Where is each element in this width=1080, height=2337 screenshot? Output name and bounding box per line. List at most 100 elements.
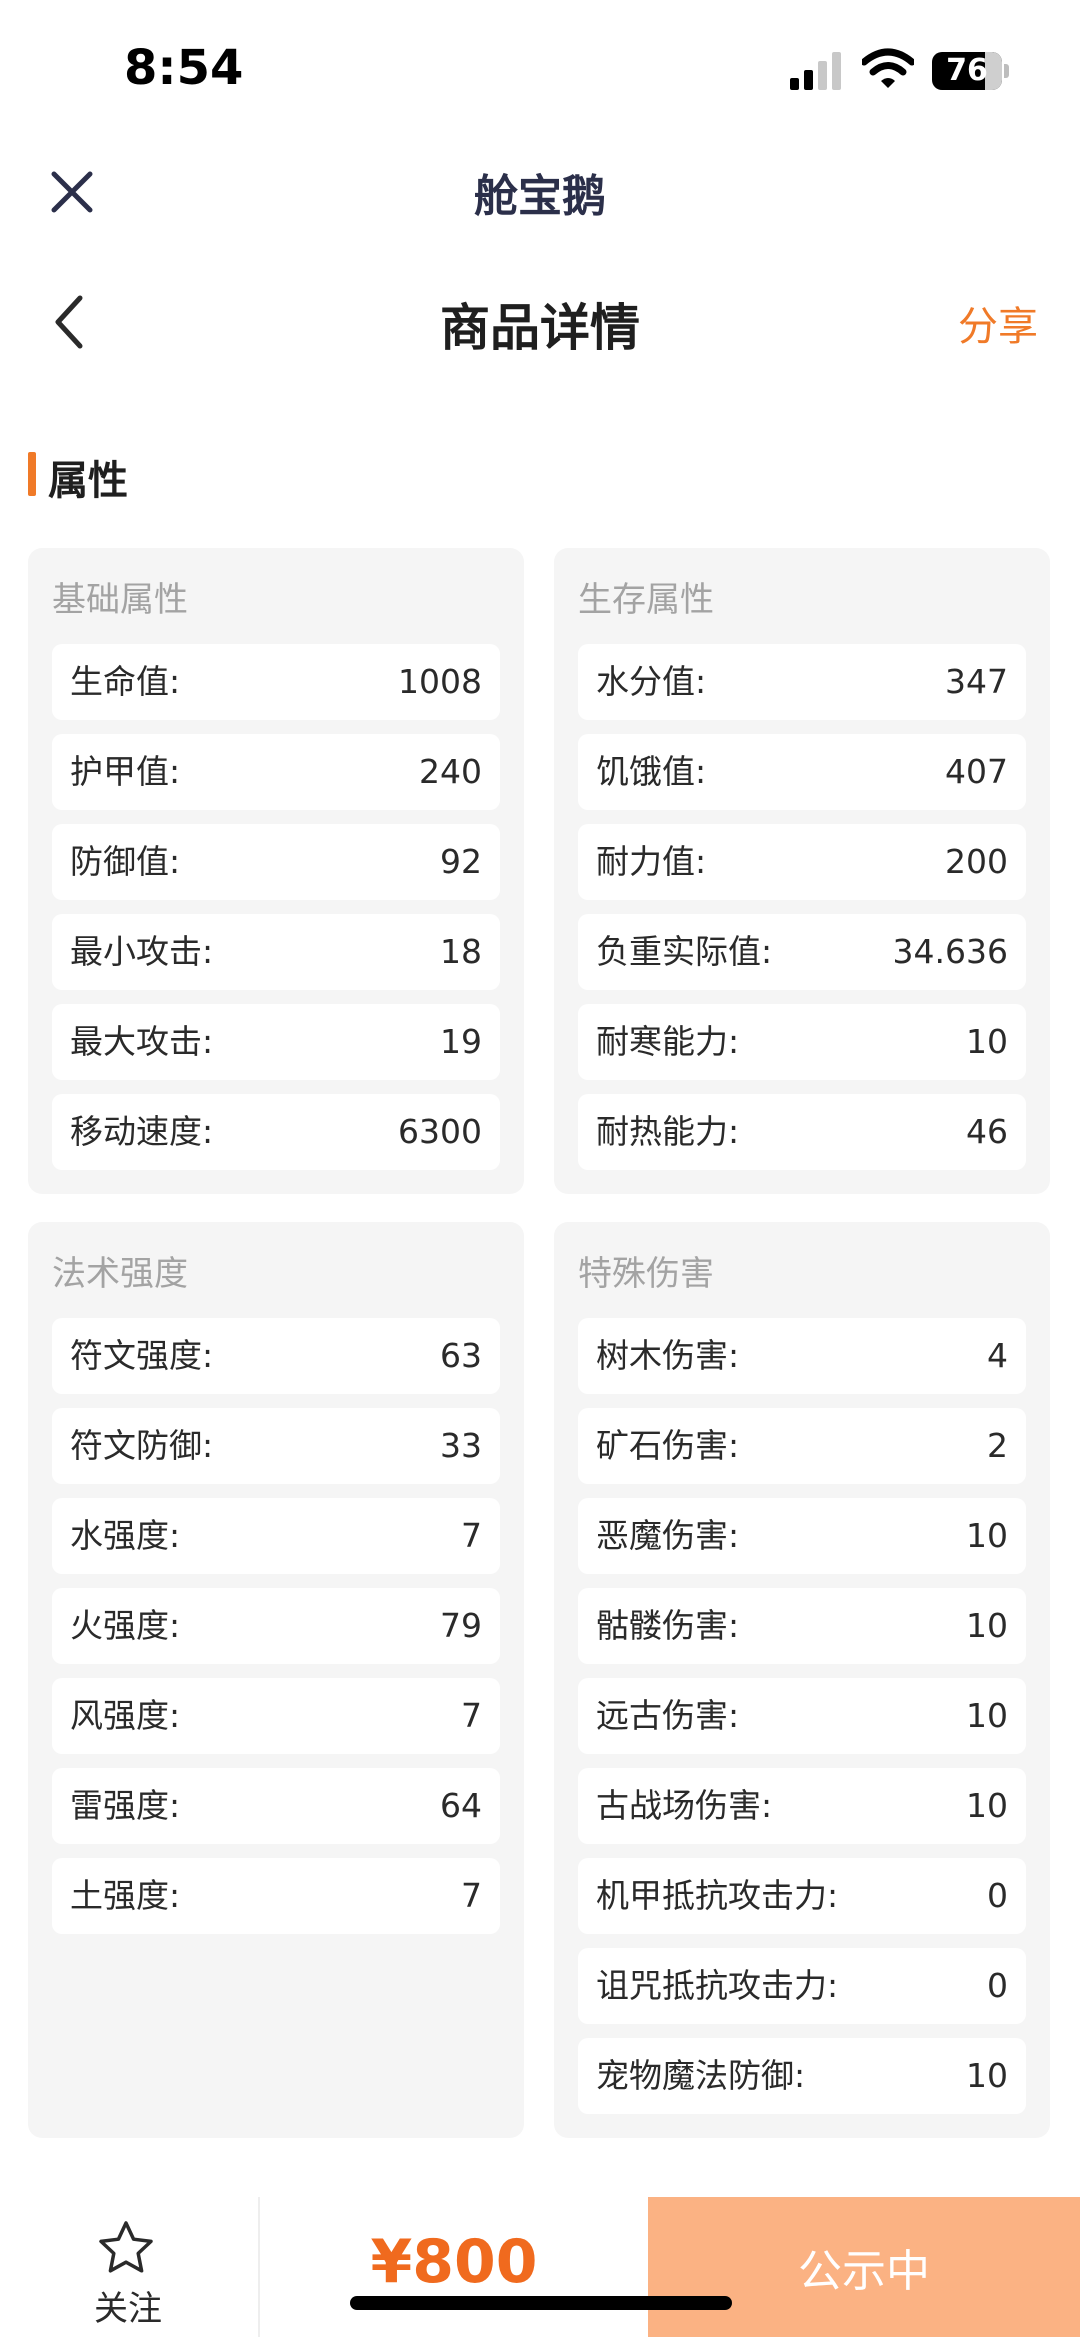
attribute-label: 水强度:: [70, 1516, 181, 1555]
attribute-row: 水分值: 347: [578, 644, 1026, 720]
attribute-label: 诅咒抵抗攻击力:: [596, 1966, 839, 2005]
attribute-row: 矿石伤害: 2: [578, 1408, 1026, 1484]
follow-button[interactable]: 关注: [60, 2219, 196, 2329]
attribute-row: 生命值: 1008: [52, 644, 500, 720]
attribute-label: 最大攻击:: [70, 1022, 214, 1061]
attribute-value: 19: [440, 1022, 482, 1061]
attribute-value: 18: [440, 932, 482, 971]
battery-level: 76: [946, 53, 988, 88]
attribute-value: 10: [966, 1606, 1008, 1645]
share-button[interactable]: 分享: [958, 294, 1038, 352]
attribute-label: 宠物魔法防御:: [596, 2056, 806, 2095]
attribute-label: 符文强度:: [70, 1336, 214, 1375]
attribute-label: 水分值:: [596, 662, 707, 701]
attribute-label: 恶魔伤害:: [596, 1516, 740, 1555]
attribute-row: 骷髅伤害: 10: [578, 1588, 1026, 1664]
price: ¥800: [370, 2227, 538, 2297]
attribute-value: 10: [966, 1516, 1008, 1555]
attribute-label: 火强度:: [70, 1606, 181, 1645]
wifi-icon: [862, 48, 914, 88]
attribute-value: 4: [987, 1336, 1008, 1375]
panel-title: 法术强度: [52, 1254, 188, 1294]
attribute-label: 雷强度:: [70, 1786, 181, 1825]
basic-attributes-panel: 基础属性 生命值: 1008 护甲值: 240 防御值: 92 最小攻击: 18 最大攻…: [28, 548, 524, 1194]
panel-title: 基础属性: [52, 580, 188, 620]
bottom-action-bar: 关注 ¥800 公示中: [0, 2197, 1080, 2337]
page-title: 商品详情: [440, 299, 640, 357]
attribute-value: 200: [945, 842, 1008, 881]
attribute-value: 64: [440, 1786, 482, 1825]
attribute-label: 土强度:: [70, 1876, 181, 1915]
attribute-label: 远古伤害:: [596, 1696, 740, 1735]
attribute-row: 诅咒抵抗攻击力: 0: [578, 1948, 1026, 2024]
attribute-label: 耐热能力:: [596, 1112, 740, 1151]
attribute-value: 0: [987, 1876, 1008, 1915]
attribute-row: 宠物魔法防御: 10: [578, 2038, 1026, 2114]
attribute-row: 符文防御: 33: [52, 1408, 500, 1484]
attribute-value: 10: [966, 2056, 1008, 2095]
attribute-label: 最小攻击:: [70, 932, 214, 971]
attribute-value: 34.636: [892, 932, 1008, 971]
attribute-label: 防御值:: [70, 842, 181, 881]
attribute-value: 1008: [398, 662, 482, 701]
attribute-value: 92: [440, 842, 482, 881]
attribute-row: 火强度: 79: [52, 1588, 500, 1664]
section-title-text: 属性: [48, 458, 128, 504]
attribute-value: 46: [966, 1112, 1008, 1151]
attribute-value: 0: [987, 1966, 1008, 2005]
attribute-value: 7: [461, 1696, 482, 1735]
attribute-row: 风强度: 7: [52, 1678, 500, 1754]
attribute-row: 最大攻击: 19: [52, 1004, 500, 1080]
mini-program-header: 舱宝鹅: [0, 150, 1080, 230]
attribute-row: 远古伤害: 10: [578, 1678, 1026, 1754]
attribute-row: 树木伤害: 4: [578, 1318, 1026, 1394]
attribute-row: 恶魔伤害: 10: [578, 1498, 1026, 1574]
attribute-row: 防御值: 92: [52, 824, 500, 900]
public-notice-button[interactable]: 公示中: [648, 2197, 1080, 2337]
attribute-value: 407: [945, 752, 1008, 791]
attribute-label: 生命值:: [70, 662, 181, 701]
attribute-label: 古战场伤害:: [596, 1786, 773, 1825]
attribute-label: 符文防御:: [70, 1426, 214, 1465]
attribute-row: 土强度: 7: [52, 1858, 500, 1934]
status-time: 8:54: [124, 40, 244, 96]
attribute-value: 347: [945, 662, 1008, 701]
attribute-row: 移动速度: 6300: [52, 1094, 500, 1170]
section-accent-bar: [28, 452, 36, 496]
attribute-value: 2: [987, 1426, 1008, 1465]
survival-attributes-panel: 生存属性 水分值: 347 饥饿值: 407 耐力值: 200 负重实际值: 34.63…: [554, 548, 1050, 1194]
battery-body: 76: [932, 52, 1002, 90]
attribute-row: 耐热能力: 46: [578, 1094, 1026, 1170]
attribute-label: 树木伤害:: [596, 1336, 740, 1375]
attribute-label: 护甲值:: [70, 752, 181, 791]
attribute-row: 水强度: 7: [52, 1498, 500, 1574]
attribute-value: 7: [461, 1516, 482, 1555]
attribute-row: 符文强度: 63: [52, 1318, 500, 1394]
attribute-label: 风强度:: [70, 1696, 181, 1735]
attribute-value: 63: [440, 1336, 482, 1375]
attribute-row: 古战场伤害: 10: [578, 1768, 1026, 1844]
attribute-value: 79: [440, 1606, 482, 1645]
attribute-row: 耐力值: 200: [578, 824, 1026, 900]
status-bar: 8:54 76: [0, 0, 1080, 140]
attribute-row: 负重实际值: 34.636: [578, 914, 1026, 990]
battery-indicator: 76: [932, 52, 1010, 90]
attribute-value: 10: [966, 1022, 1008, 1061]
attribute-label: 耐力值:: [596, 842, 707, 881]
follow-label: 关注: [94, 2289, 162, 2329]
attribute-value: 6300: [398, 1112, 482, 1151]
attribute-label: 饥饿值:: [596, 752, 707, 791]
page-header: 商品详情 分享: [0, 280, 1080, 360]
attribute-row: 护甲值: 240: [52, 734, 500, 810]
attribute-label: 机甲抵抗攻击力:: [596, 1876, 839, 1915]
special-damage-panel: 特殊伤害 树木伤害: 4 矿石伤害: 2 恶魔伤害: 10 骷髅伤害: 10 远古伤害:…: [554, 1222, 1050, 2138]
attribute-value: 10: [966, 1786, 1008, 1825]
attribute-value: 240: [419, 752, 482, 791]
mini-program-title: 舱宝鹅: [474, 171, 606, 222]
attribute-row: 机甲抵抗攻击力: 0: [578, 1858, 1026, 1934]
attribute-label: 矿石伤害:: [596, 1426, 740, 1465]
battery-cap: [1004, 64, 1009, 78]
attribute-label: 耐寒能力:: [596, 1022, 740, 1061]
attribute-value: 33: [440, 1426, 482, 1465]
panel-title: 生存属性: [578, 580, 714, 620]
